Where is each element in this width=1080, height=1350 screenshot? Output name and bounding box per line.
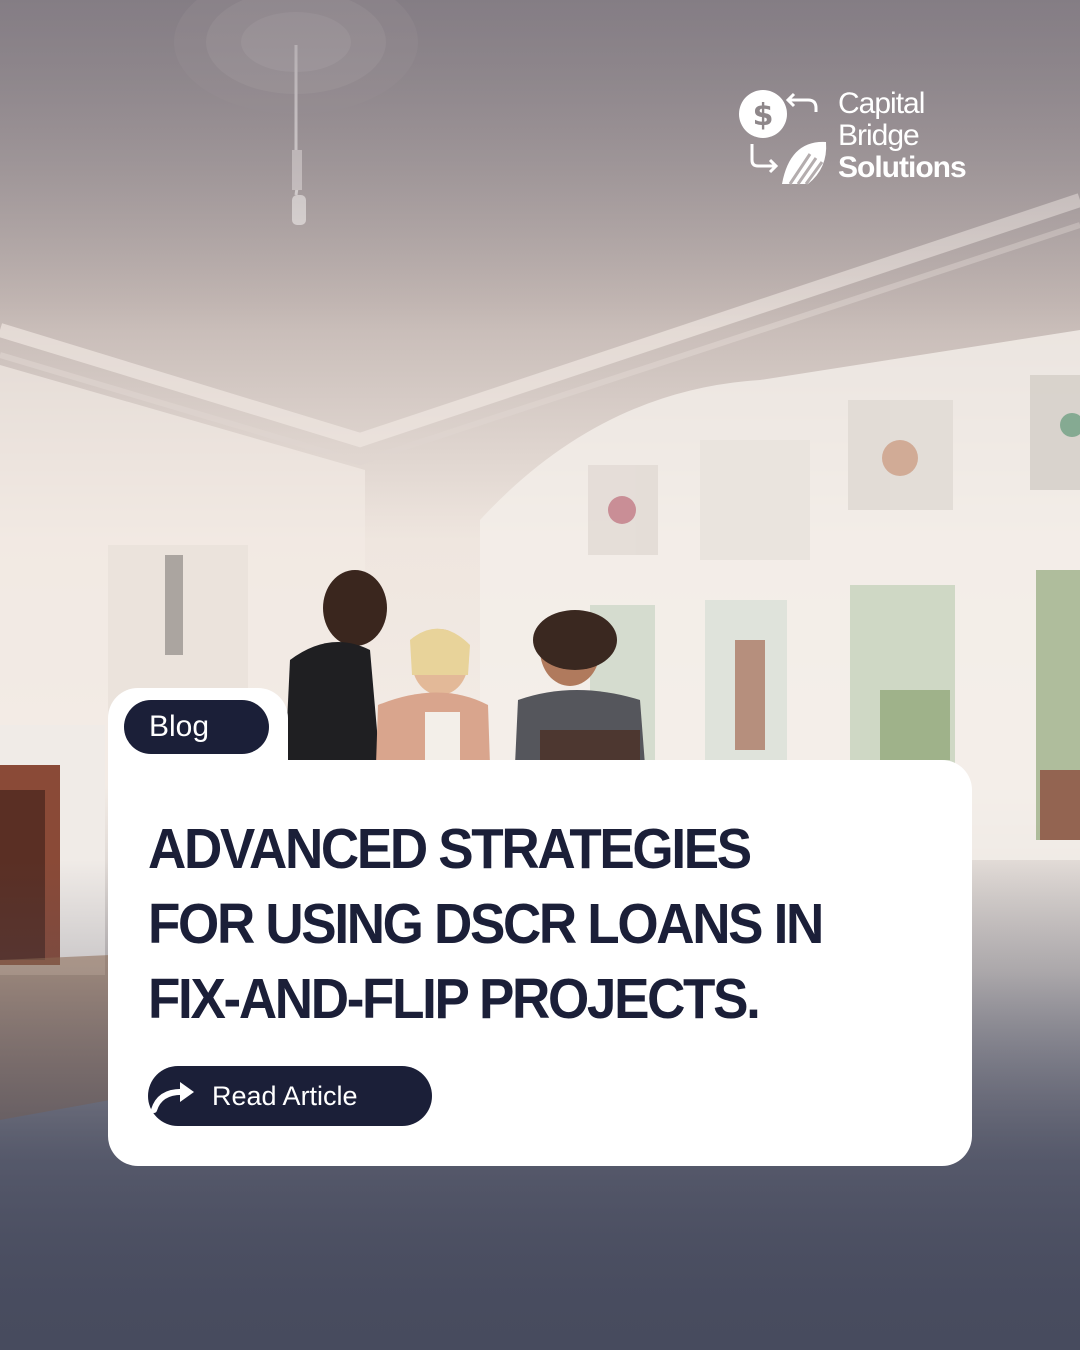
- dollar-coin-exchange-icon: $: [739, 90, 827, 185]
- svg-text:$: $: [753, 98, 774, 133]
- read-article-button[interactable]: Read Article: [148, 1066, 432, 1126]
- headline-line2: FOR USING DSCR LOANS IN: [148, 892, 824, 956]
- brand-name-line3: Solutions: [838, 151, 967, 184]
- brand-name-line1: Capital: [838, 87, 925, 120]
- read-article-label: Read Article: [212, 1081, 358, 1111]
- blog-tag[interactable]: Blog: [124, 700, 269, 754]
- brand-logo[interactable]: $ Capital Bridge Solutions: [738, 88, 988, 188]
- brand-name-line2: Bridge: [838, 119, 920, 152]
- curved-arrow-right-icon: [151, 1082, 194, 1113]
- headline-line3: FIX-AND-FLIP PROJECTS.: [148, 967, 761, 1031]
- article-headline: ADVANCED STRATEGIES FOR USING DSCR LOANS…: [148, 812, 892, 1037]
- brand-name: Capital Bridge Solutions: [838, 87, 967, 184]
- headline-line1: ADVANCED STRATEGIES: [148, 817, 752, 881]
